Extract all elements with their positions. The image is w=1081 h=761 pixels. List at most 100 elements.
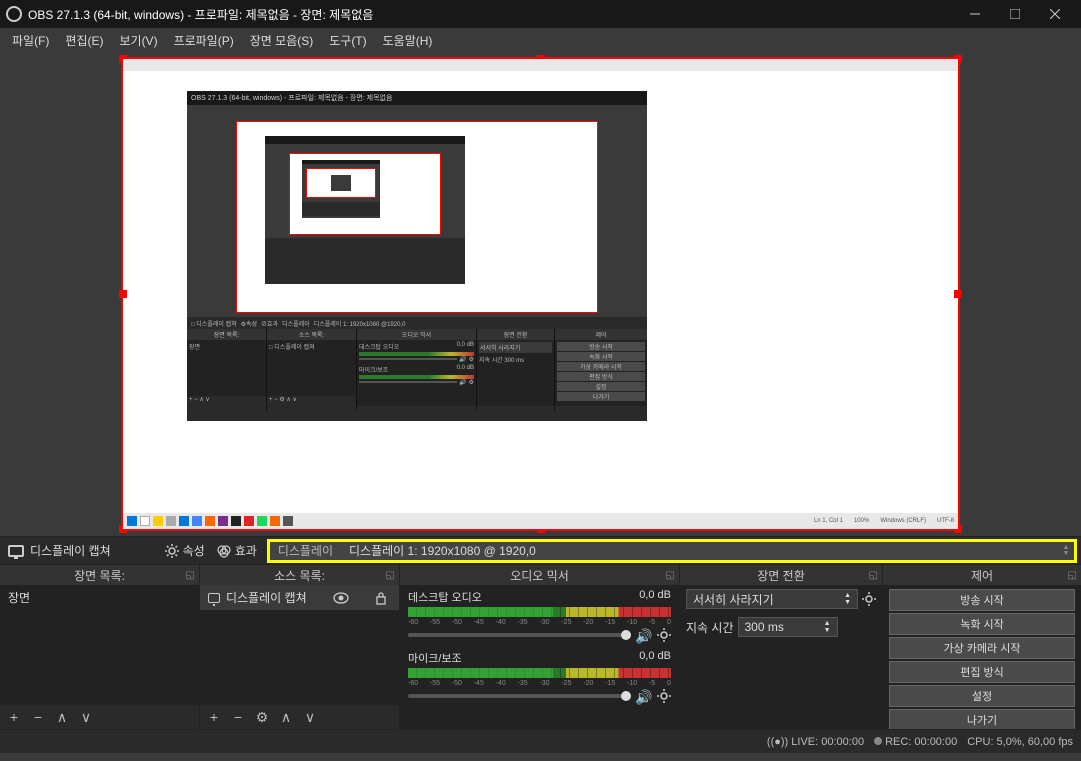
scenes-list[interactable]: 장면 — [0, 585, 199, 705]
controls-panel: 제어 ◱ 방송 시작 녹화 시작 가상 카메라 시작 편집 방식 설정 나가기 — [883, 565, 1081, 729]
source-lock-toggle[interactable] — [375, 591, 391, 605]
scene-remove-button[interactable]: − — [28, 707, 48, 727]
source-up-button[interactable]: ∧ — [276, 707, 296, 727]
start-streaming-button[interactable]: 방송 시작 — [889, 589, 1075, 611]
source-remove-button[interactable]: − — [228, 707, 248, 727]
chevron-down-icon: ▼ — [1058, 551, 1074, 557]
mute-button[interactable]: 🔊 — [635, 628, 653, 642]
display-select-highlighted[interactable]: 디스플레이 디스플레이 1: 1920x1080 @ 1920,0 ▲▼ — [267, 539, 1077, 563]
transitions-body: 서서히 사라지기 ▲▼ 지속 시간 300 ms ▲▼ — [680, 585, 882, 729]
chevron-down-icon: ▼ — [824, 627, 831, 634]
slider-thumb[interactable] — [621, 630, 631, 640]
menu-tools[interactable]: 도구(T) — [321, 30, 374, 51]
scene-add-button[interactable]: + — [4, 707, 24, 727]
menu-help[interactable]: 도움말(H) — [375, 30, 441, 51]
gear-icon — [657, 628, 671, 642]
settings-button[interactable]: 설정 — [889, 685, 1075, 707]
channel-settings-button[interactable] — [657, 628, 671, 642]
scenes-panel-header: 장면 목록: ◱ — [0, 565, 199, 585]
status-bar: ((●)) LIVE: 00:00:00 REC: 00:00:00 CPU: … — [0, 729, 1081, 753]
filters-button[interactable]: 효과 — [211, 540, 263, 561]
mixer-meter — [408, 607, 671, 617]
rec-status: REC: 00:00:00 — [874, 736, 957, 748]
volume-slider[interactable] — [408, 694, 631, 698]
obs-logo-icon — [6, 6, 22, 22]
source-down-button[interactable]: ∨ — [300, 707, 320, 727]
chevron-down-icon: ∨ — [305, 709, 315, 726]
menu-file[interactable]: 파일(F) — [4, 30, 57, 51]
window-close-button[interactable] — [1035, 0, 1075, 28]
scene-down-button[interactable]: ∨ — [76, 707, 96, 727]
slider-thumb[interactable] — [621, 691, 631, 701]
preview-area[interactable]: OBS 27.1.3 (64-bit, windows) - 프로파일: 제목없… — [0, 52, 1081, 536]
plus-icon: + — [210, 709, 218, 725]
popout-icon[interactable]: ◱ — [386, 570, 395, 581]
popout-icon[interactable]: ◱ — [186, 570, 195, 581]
transition-settings-button[interactable] — [862, 592, 876, 606]
transition-type-select[interactable]: 서서히 사라지기 ▲▼ — [686, 589, 858, 609]
transition-duration-label: 지속 시간 — [686, 619, 734, 636]
popout-icon[interactable]: ◱ — [1068, 570, 1077, 581]
window-minimize-button[interactable] — [955, 0, 995, 28]
maximize-icon — [1010, 9, 1020, 19]
gear-icon — [657, 689, 671, 703]
window-titlebar: OBS 27.1.3 (64-bit, windows) - 프로파일: 제목없… — [0, 0, 1081, 28]
eye-icon — [333, 592, 349, 604]
selected-source-label: 디스플레이 캡쳐 — [30, 542, 111, 559]
sources-title: 소스 목록: — [274, 567, 325, 584]
start-virtual-camera-button[interactable]: 가상 카메라 시작 — [889, 637, 1075, 659]
volume-slider[interactable] — [408, 633, 631, 637]
mixer-channel-mic: 마이크/보조0,0 dB -60-55-50-45-40-35-30-25-20… — [400, 646, 679, 707]
studio-mode-button[interactable]: 편집 방식 — [889, 661, 1075, 683]
menu-edit[interactable]: 편집(E) — [57, 30, 111, 51]
cpu-status: CPU: 5,0%, 60,00 fps — [967, 736, 1073, 748]
popout-icon[interactable]: ◱ — [666, 570, 675, 581]
display-select-spinner[interactable]: ▲▼ — [1058, 545, 1074, 557]
menu-view[interactable]: 보기(V) — [111, 30, 165, 51]
properties-button[interactable]: 속성 — [159, 540, 211, 561]
source-settings-button[interactable]: ⚙ — [252, 707, 272, 727]
select-spinner: ▲▼ — [844, 592, 851, 606]
source-add-button[interactable]: + — [204, 707, 224, 727]
mixer-channel-level: 0,0 dB — [639, 650, 671, 666]
selection-handle-mr[interactable] — [954, 290, 962, 298]
sources-list[interactable]: 디스플레이 캡쳐 — [200, 585, 399, 705]
mute-button[interactable]: 🔊 — [635, 689, 653, 703]
menu-profile[interactable]: 프로파일(P) — [166, 30, 242, 51]
minus-icon: − — [34, 709, 42, 725]
channel-settings-button[interactable] — [657, 689, 671, 703]
plus-icon: + — [10, 709, 18, 725]
start-recording-button[interactable]: 녹화 시작 — [889, 613, 1075, 635]
popout-icon[interactable]: ◱ — [869, 570, 878, 581]
mixer-scale: -60-55-50-45-40-35-30-25-20-15-10-50 — [408, 619, 671, 626]
properties-label: 속성 — [183, 542, 205, 559]
mixer-channel-level: 0,0 dB — [639, 589, 671, 605]
source-item[interactable]: 디스플레이 캡쳐 — [200, 585, 399, 610]
transition-duration-input[interactable]: 300 ms ▲▼ — [738, 617, 838, 637]
exit-button[interactable]: 나가기 — [889, 709, 1075, 729]
nested-menubar-1 — [187, 105, 647, 117]
source-visibility-toggle[interactable] — [333, 592, 349, 604]
minus-icon: − — [234, 709, 242, 725]
preview-canvas: OBS 27.1.3 (64-bit, windows) - 프로파일: 제목없… — [123, 59, 958, 529]
menu-scene-collection[interactable]: 장면 모음(S) — [242, 30, 322, 51]
selection-handle-ml[interactable] — [119, 290, 127, 298]
nested-panels-1: 장면 목록: 장면 + − ∧ ∨ 소스 목록: □ 디스플레이 캡쳐 + − … — [187, 329, 647, 411]
gear-icon: ⚙ — [256, 709, 269, 726]
chevron-down-icon: ∨ — [81, 709, 91, 726]
mixer-meter — [408, 668, 671, 678]
scene-item[interactable]: 장면 — [0, 585, 199, 610]
scene-up-button[interactable]: ∧ — [52, 707, 72, 727]
live-status: ((●)) LIVE: 00:00:00 — [767, 736, 864, 748]
captured-bottom-taskbar: Ln 1, Col 1 100% Windows (CRLF) UTF-8 — [123, 513, 958, 529]
window-maximize-button[interactable] — [995, 0, 1035, 28]
filters-icon — [217, 544, 231, 558]
dock-panels: 장면 목록: ◱ 장면 + − ∧ ∨ 소스 목록: ◱ 디스플레이 캡쳐 — [0, 564, 1081, 729]
sources-panel-header: 소스 목록: ◱ — [200, 565, 399, 585]
scenes-panel: 장면 목록: ◱ 장면 + − ∧ ∨ — [0, 565, 200, 729]
filters-label: 효과 — [235, 542, 257, 559]
monitor-icon — [8, 545, 24, 557]
transitions-panel-header: 장면 전환 ◱ — [680, 565, 882, 585]
transition-duration-value: 300 ms — [745, 620, 784, 634]
mixer-body: 데스크탑 오디오0,0 dB -60-55-50-45-40-35-30-25-… — [400, 585, 679, 729]
